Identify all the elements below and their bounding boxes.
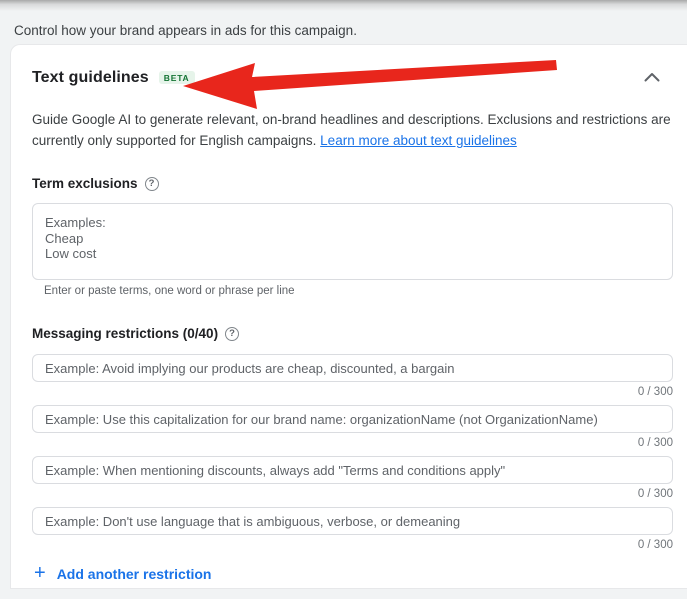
restriction-field-group: 0 / 300 [32, 507, 673, 553]
intro-text: Control how your brand appears in ads fo… [14, 23, 357, 38]
term-exclusions-textarea[interactable] [32, 203, 673, 280]
char-counter: 0 / 300 [637, 386, 673, 398]
card-title-wrap: Text guidelines BETA [32, 69, 195, 87]
char-counter: 0 / 300 [637, 437, 673, 449]
beta-badge: BETA [158, 70, 195, 85]
restriction-field-group: 0 / 300 [32, 354, 673, 400]
chevron-up-icon [644, 70, 660, 85]
restriction-field-group: 0 / 300 [32, 456, 673, 502]
restriction-input-1[interactable] [32, 354, 673, 382]
section-description: Guide Google AI to generate relevant, on… [32, 109, 672, 151]
char-counter: 0 / 300 [637, 539, 673, 551]
card-title: Text guidelines [32, 68, 149, 86]
char-counter: 0 / 300 [637, 488, 673, 500]
add-another-restriction-button[interactable]: + Add another restriction [32, 560, 213, 588]
top-shadow [0, 0, 687, 11]
learn-more-link[interactable]: Learn more about text guidelines [320, 133, 517, 148]
plus-icon: + [34, 562, 46, 584]
card-header: Text guidelines BETA [32, 45, 672, 89]
add-another-restriction-label: Add another restriction [56, 566, 212, 582]
term-exclusions-label: Term exclusions [32, 176, 138, 191]
restriction-input-3[interactable] [32, 456, 673, 484]
restriction-input-4[interactable] [32, 507, 673, 535]
collapse-section-button[interactable] [638, 64, 666, 92]
help-icon[interactable]: ? [225, 326, 240, 341]
restriction-input-2[interactable] [32, 405, 673, 433]
messaging-restrictions-label-row: Messaging restrictions (0/40) ? [32, 326, 672, 341]
text-guidelines-card: Text guidelines BETA Guide Google AI to … [10, 44, 687, 589]
term-exclusions-helper: Enter or paste terms, one word or phrase… [44, 285, 295, 297]
messaging-restrictions-label: Messaging restrictions (0/40) [32, 326, 219, 341]
restriction-field-group: 0 / 300 [32, 405, 673, 451]
help-icon[interactable]: ? [144, 176, 159, 191]
term-exclusions-label-row: Term exclusions ? [32, 176, 672, 191]
